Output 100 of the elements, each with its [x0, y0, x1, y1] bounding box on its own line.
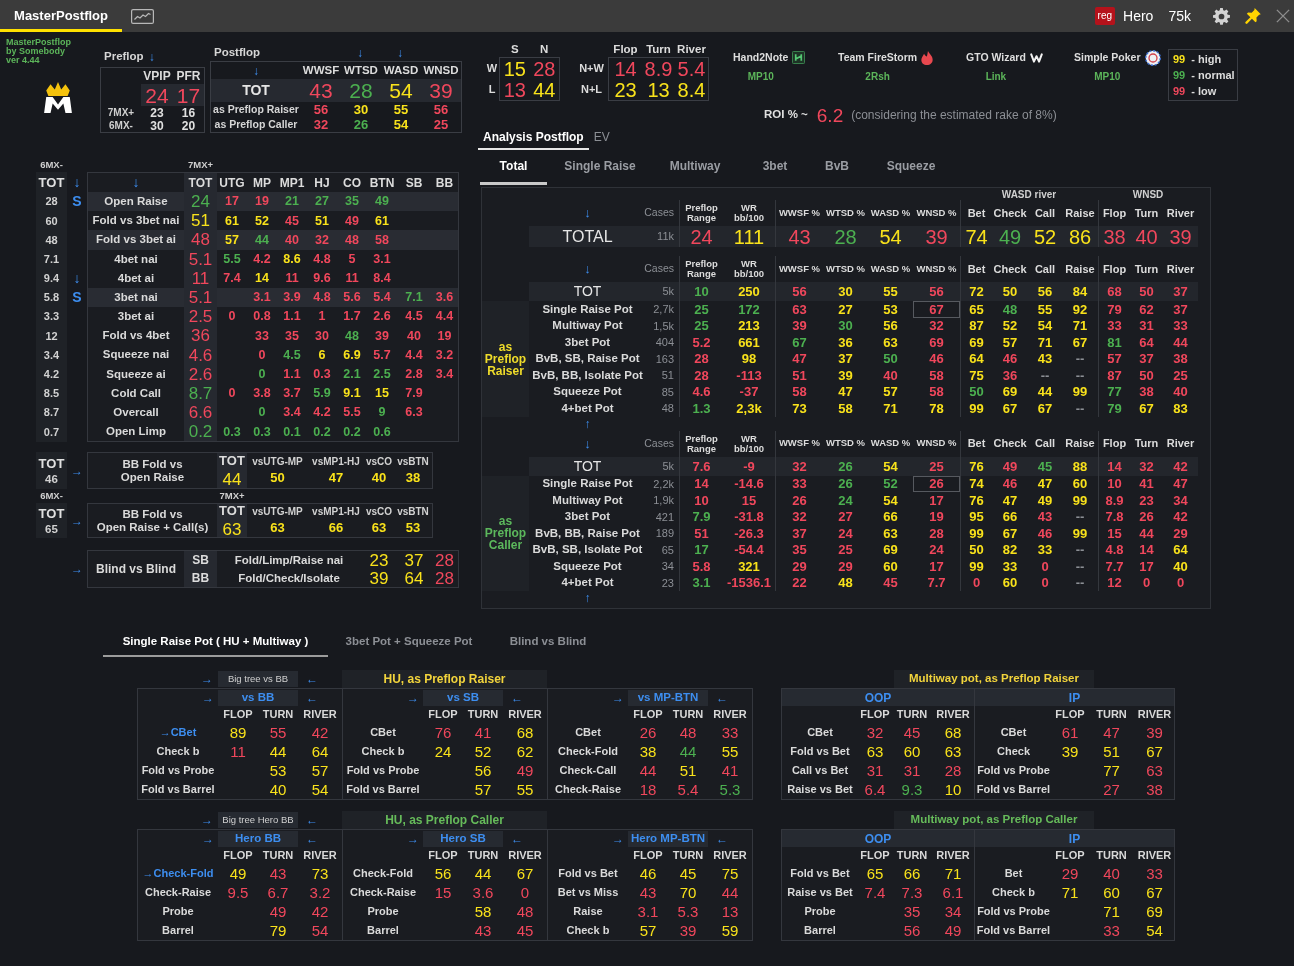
tree-button[interactable]: Big tree vs BB: [218, 671, 298, 687]
arrow-marker: →: [71, 464, 83, 477]
stat-value: 64: [969, 352, 984, 366]
stat-value: 57: [474, 782, 492, 797]
column-header: TOT: [188, 174, 213, 192]
column-header: River: [1166, 205, 1195, 221]
stat-value: --: [1075, 576, 1085, 590]
arrow-marker: →: [71, 563, 83, 576]
stat-value: 33: [1103, 923, 1120, 938]
stat-value: --: [1040, 368, 1050, 382]
stat-value: 28: [349, 80, 373, 101]
row-label: Fold vs Barrel: [141, 782, 215, 798]
stat-value: 40: [883, 368, 898, 382]
stat-value: 10: [694, 285, 709, 298]
stat-value: 11: [285, 272, 299, 285]
case-count: 5k: [662, 458, 674, 474]
case-count: 85: [661, 384, 674, 400]
app-tab[interactable]: MasterPostflop: [0, 0, 122, 32]
tab[interactable]: 3bet Pot + Squeeze Pot: [328, 629, 490, 657]
close-icon[interactable]: [1276, 9, 1290, 23]
row-label: Barrel: [804, 923, 836, 939]
stat-value: 64: [311, 744, 329, 759]
group-header: WASD river: [1001, 187, 1057, 202]
stat-value: 42: [1173, 459, 1188, 473]
row-label: Blind vs Blind: [96, 561, 176, 579]
arrow-marker: ←: [716, 691, 728, 704]
stat-value: 40: [285, 233, 299, 247]
stat-value: 52: [1002, 319, 1018, 333]
row-label: 6MX-: [109, 119, 133, 133]
stat-value: 58: [929, 368, 944, 382]
stat-value: 44: [255, 233, 269, 247]
stat-value: 55: [883, 285, 898, 298]
case-count: 2,2k: [653, 476, 674, 492]
stat-value: 39: [1146, 725, 1163, 740]
stat-value: 56: [903, 923, 921, 938]
stat-value: 9.4: [43, 271, 60, 287]
stat-value: 37: [1173, 302, 1188, 316]
stat-value: 66: [328, 521, 344, 535]
subtab[interactable]: BvB: [813, 150, 861, 185]
settings-icon[interactable]: [1213, 7, 1230, 25]
stat-value: 69: [883, 543, 898, 557]
tree-button[interactable]: Big tree Hero BB: [218, 812, 298, 828]
arrow-marker: →: [612, 832, 624, 845]
stat-value: 35: [285, 329, 299, 343]
stat-value: 39: [838, 368, 853, 382]
tool-link[interactable]: MP10: [747, 68, 774, 84]
tab[interactable]: Analysis Postflop: [478, 126, 589, 150]
stat-value: 3.1: [692, 576, 711, 590]
stat-value: 3.8: [253, 387, 271, 400]
stat-value: 33: [792, 477, 807, 491]
tool-name: GTO Wizard: [966, 50, 1026, 66]
subtab[interactable]: Single Raise: [547, 150, 653, 185]
arrow-marker: ↓: [357, 45, 363, 62]
stat-value: 28: [694, 352, 709, 366]
tool-link[interactable]: MP10: [1094, 69, 1121, 84]
stat-value: 92: [1072, 302, 1088, 316]
stat-value: 25: [433, 118, 449, 131]
stat-value: 67: [1002, 526, 1018, 540]
tab[interactable]: EV: [588, 126, 615, 150]
stat-value: 1.1: [283, 368, 301, 381]
pin-icon[interactable]: [1245, 8, 1261, 24]
stat-value: 41: [474, 725, 492, 740]
arrow-marker: ←: [306, 832, 318, 845]
column-header: WASD %: [870, 436, 911, 451]
tool-link[interactable]: 2Rsh: [865, 68, 890, 84]
stat-value: 0: [258, 406, 266, 419]
subtab[interactable]: 3bet: [737, 150, 813, 185]
stat-value: 39: [429, 80, 453, 101]
stat-value: -14.6: [734, 477, 764, 491]
stat-value: 3.4: [43, 347, 60, 363]
arrow-marker: →: [202, 832, 214, 845]
stat-value: 44: [639, 763, 657, 778]
column-header: vsCO: [365, 457, 393, 468]
row-label: 3bet Pot: [564, 509, 611, 525]
stat-value: 51: [679, 763, 697, 778]
stat-value: 10: [944, 782, 962, 797]
column-header: vsCO: [365, 507, 393, 518]
subtab[interactable]: Squeeze: [861, 150, 961, 185]
tab[interactable]: Blind vs Blind: [490, 629, 606, 657]
stat-value: 44: [222, 470, 242, 488]
stat-value: 60: [45, 213, 58, 229]
row-label: Fold vs 3bet nai: [92, 213, 180, 229]
tool-link[interactable]: Link: [985, 68, 1007, 84]
stat-value: 46: [929, 352, 944, 366]
column-header: Flop: [613, 42, 638, 58]
tab[interactable]: Single Raise Pot ( HU + Multiway ): [103, 629, 328, 657]
stat-value: 45: [1037, 459, 1053, 473]
stat-value: 50: [270, 471, 285, 485]
subtab[interactable]: Multiway: [653, 150, 737, 185]
poker-chip-icon: [1144, 50, 1161, 66]
stat-value: 3.6: [435, 291, 454, 304]
arrow-marker: ↓: [73, 173, 81, 192]
case-count: 1,9k: [653, 493, 674, 508]
column-header: TURN: [1096, 707, 1127, 723]
stat-value: 69: [1002, 385, 1018, 399]
stat-value: 49: [998, 226, 1022, 247]
stat-value: 5.8: [43, 290, 60, 306]
stat-value: 32: [315, 233, 329, 247]
stat-value: 48: [45, 232, 58, 248]
row-label: Fold/Limp/Raise nai: [234, 552, 344, 568]
